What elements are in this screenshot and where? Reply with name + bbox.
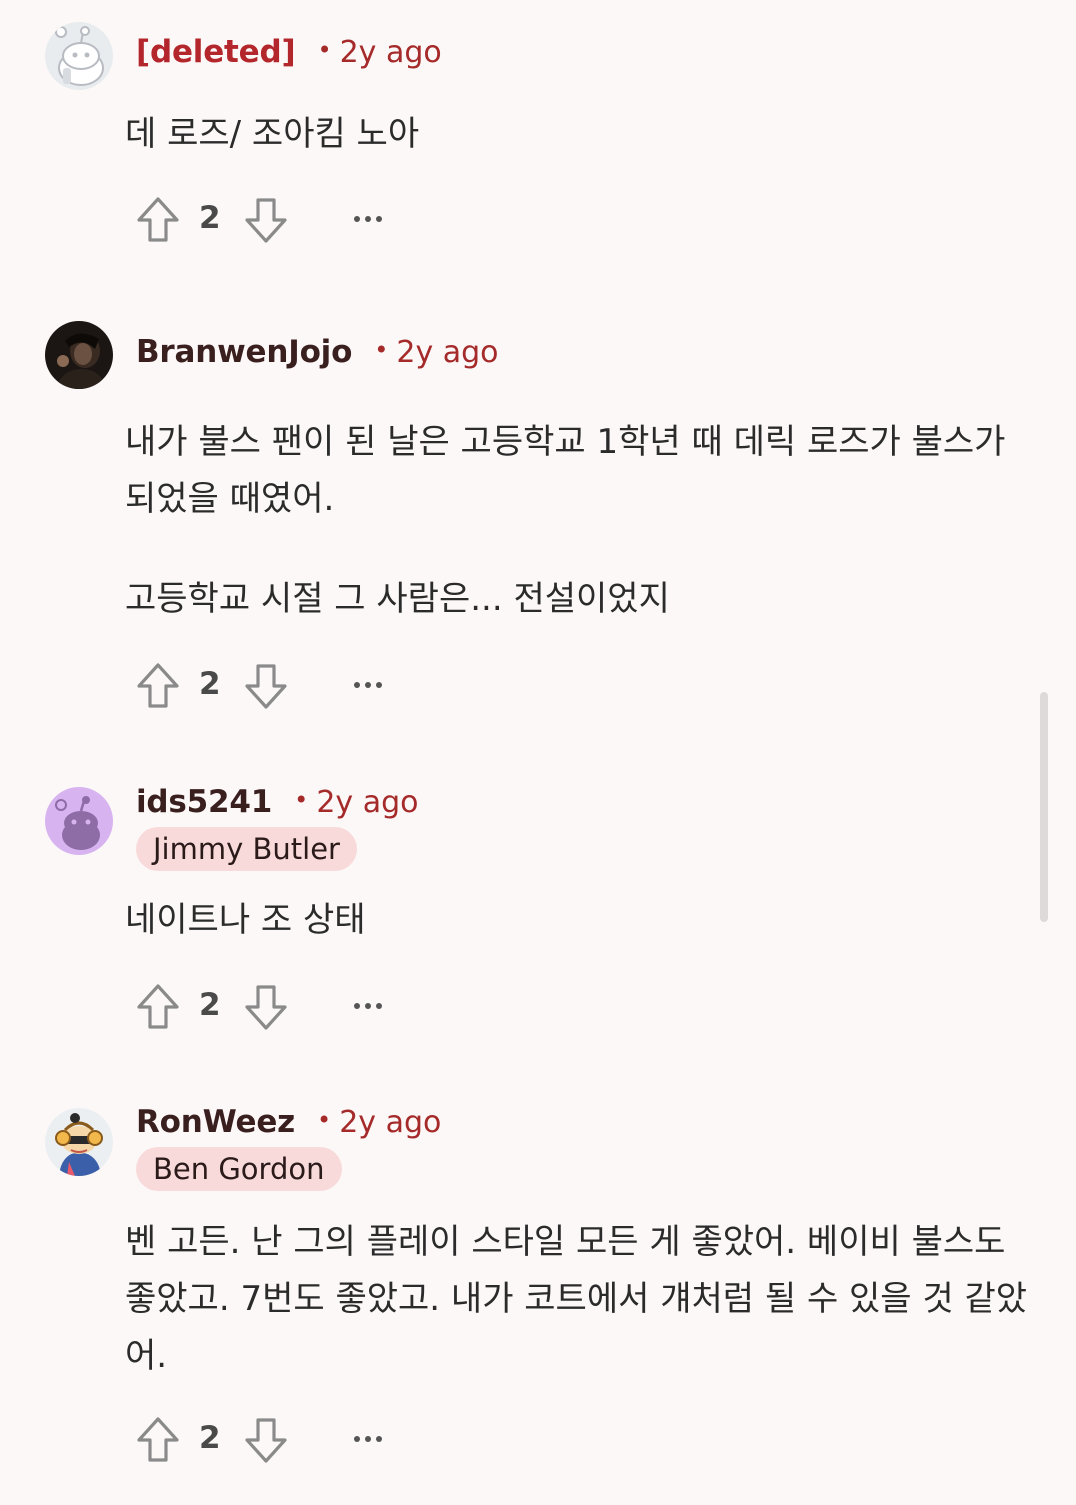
- upvote-arrow-icon[interactable]: [136, 662, 180, 710]
- username[interactable]: ids5241: [136, 784, 272, 820]
- comment-body: 네이트나 조 상태: [125, 892, 1035, 949]
- username[interactable]: BranwenJojo: [136, 334, 352, 370]
- downvote-arrow-icon[interactable]: [244, 983, 288, 1031]
- separator-dot: •: [294, 786, 309, 814]
- separator-dot: •: [317, 1106, 332, 1134]
- deleted-user-snoo-icon[interactable]: [45, 22, 113, 90]
- upvote-arrow-icon[interactable]: [136, 1416, 180, 1464]
- comment-meta: RonWeez • 2y ago: [136, 1104, 441, 1140]
- profile-photo-avatar[interactable]: [45, 321, 113, 389]
- downvote-arrow-icon[interactable]: [244, 196, 288, 244]
- separator-dot: •: [374, 336, 389, 364]
- more-options-icon[interactable]: [351, 989, 385, 1023]
- user-flair: Jimmy Butler: [136, 827, 357, 871]
- upvote-arrow-icon[interactable]: [136, 196, 180, 244]
- scrollbar[interactable]: [1040, 692, 1048, 922]
- comment-paragraph: 네이트나 조 상태: [125, 900, 366, 940]
- downvote-arrow-icon[interactable]: [244, 662, 288, 710]
- more-options-icon[interactable]: [351, 202, 385, 236]
- vote-score: 2: [199, 200, 221, 236]
- comment-paragraph: 데 로즈/ 조아킴 노아: [125, 114, 420, 154]
- username[interactable]: [deleted]: [136, 34, 296, 70]
- timestamp: 2y ago: [396, 335, 499, 370]
- comment-body: 벤 고든. 난 그의 플레이 스타일 모든 게 좋았어. 베이비 불스도 좋았고…: [125, 1214, 1035, 1385]
- timestamp: 2y ago: [316, 785, 419, 820]
- comment-body: 내가 불스 팬이 된 날은 고등학교 1학년 때 데릭 로즈가 불스가 되었을 …: [125, 414, 1035, 628]
- upvote-arrow-icon[interactable]: [136, 983, 180, 1031]
- custom-snoo-avatar-icon[interactable]: [45, 1108, 113, 1176]
- user-flair: Ben Gordon: [136, 1147, 342, 1191]
- timestamp: 2y ago: [339, 35, 442, 70]
- vote-score: 2: [199, 666, 221, 702]
- comment-paragraph: 벤 고든. 난 그의 플레이 스타일 모든 게 좋았어. 베이비 불스도 좋았고…: [125, 1222, 1028, 1376]
- separator-dot: •: [317, 36, 332, 64]
- vote-score: 2: [199, 1420, 221, 1456]
- vote-score: 2: [199, 987, 221, 1023]
- more-options-icon[interactable]: [351, 1422, 385, 1456]
- comment-meta: ids5241 • 2y ago: [136, 784, 418, 820]
- comment-meta: [deleted] • 2y ago: [136, 34, 442, 70]
- comment-meta: BranwenJojo • 2y ago: [136, 334, 499, 370]
- comment-body: 데 로즈/ 조아킴 노아: [125, 106, 1035, 163]
- comment-paragraph: 내가 불스 팬이 된 날은 고등학교 1학년 때 데릭 로즈가 불스가 되었을 …: [125, 422, 1006, 519]
- timestamp: 2y ago: [339, 1105, 442, 1140]
- username[interactable]: RonWeez: [136, 1104, 295, 1140]
- more-options-icon[interactable]: [351, 668, 385, 702]
- purple-snoo-icon[interactable]: [45, 787, 113, 855]
- downvote-arrow-icon[interactable]: [244, 1416, 288, 1464]
- comment-paragraph: 고등학교 시절 그 사람은... 전설이었지: [125, 579, 670, 619]
